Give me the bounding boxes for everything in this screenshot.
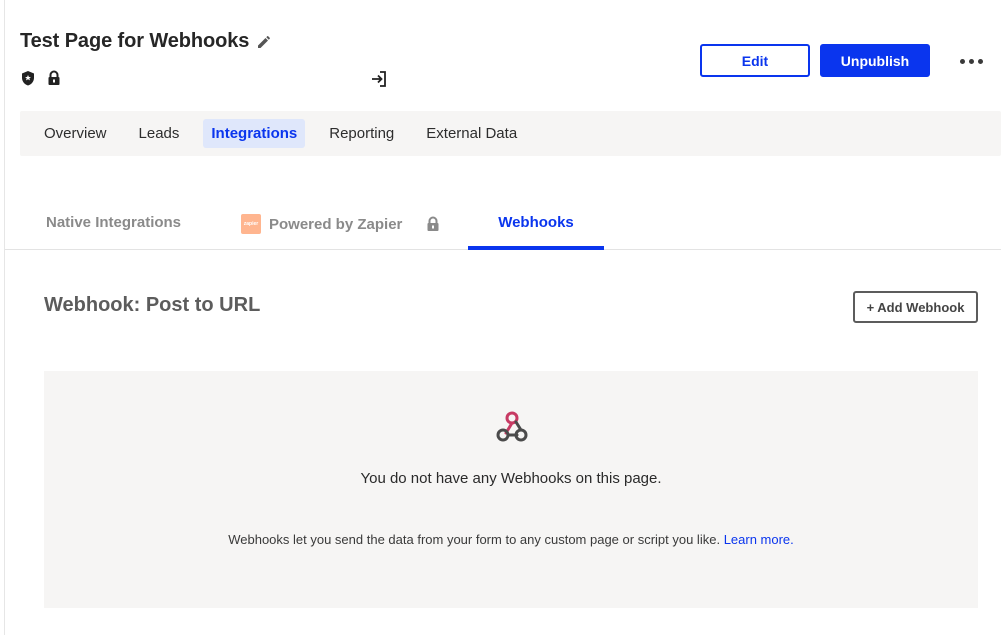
page-title-row: Test Page for Webhooks <box>20 30 273 53</box>
primary-nav: Overview Leads Integrations Reporting Ex… <box>20 111 1001 156</box>
tab-reporting[interactable]: Reporting <box>321 119 402 148</box>
sign-in-icon[interactable] <box>369 69 389 89</box>
empty-state-title: You do not have any Webhooks on this pag… <box>360 470 662 487</box>
subtab-native-integrations[interactable]: Native Integrations <box>46 214 181 231</box>
section-title: Webhook: Post to URL <box>44 294 261 316</box>
shield-icon <box>20 70 36 86</box>
tab-leads[interactable]: Leads <box>131 119 188 148</box>
subtab-webhooks-label: Webhooks <box>498 214 574 231</box>
subtab-webhooks[interactable]: Webhooks <box>468 214 604 231</box>
empty-state-description: Webhooks let you send the data from your… <box>44 532 978 547</box>
lock-icon <box>426 216 440 232</box>
empty-state-panel: You do not have any Webhooks on this pag… <box>44 371 978 608</box>
tab-external-data[interactable]: External Data <box>418 119 525 148</box>
left-divider <box>4 0 5 635</box>
lock-icon <box>46 70 62 86</box>
empty-state-description-text: Webhooks let you send the data from your… <box>228 532 721 547</box>
subtab-native-label: Native Integrations <box>46 214 182 231</box>
subtab-powered-by-zapier[interactable]: zapier Powered by Zapier <box>241 214 440 234</box>
tab-integrations[interactable]: Integrations <box>203 119 306 148</box>
tab-overview[interactable]: Overview <box>36 119 115 148</box>
active-tab-indicator <box>468 246 604 250</box>
integration-subtabs: Native Integrations zapier Powered by Za… <box>5 200 1001 250</box>
edit-button[interactable]: Edit <box>700 44 810 77</box>
add-webhook-button[interactable]: + Add Webhook <box>853 291 978 323</box>
status-icons <box>20 70 62 86</box>
page-title: Test Page for Webhooks <box>20 30 250 52</box>
subtab-zapier-label: Powered by Zapier <box>269 215 403 233</box>
unpublish-button[interactable]: Unpublish <box>820 44 930 77</box>
zapier-logo-icon: zapier <box>241 214 261 234</box>
more-options-icon[interactable] <box>956 52 986 70</box>
learn-more-link[interactable]: Learn more. <box>724 532 794 547</box>
pencil-edit-icon[interactable] <box>255 33 273 51</box>
webhook-icon <box>496 411 528 442</box>
